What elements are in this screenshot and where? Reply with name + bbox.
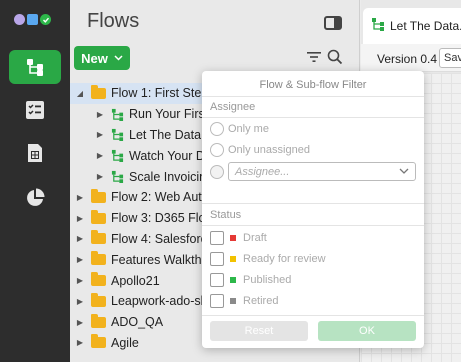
tree-item-label: Watch Your D [129,148,205,163]
folder-icon [91,84,106,99]
assignee-radio[interactable] [210,165,224,179]
caret-right-icon[interactable]: ▶ [75,193,85,202]
chevron-down-icon [399,168,409,174]
flow-icon [111,128,124,142]
caret-right-icon[interactable]: ▶ [75,276,85,285]
filter-popup: Flow & Sub-flow Filter Assignee Only me … [202,71,424,348]
folder-icon [91,251,106,266]
folder-icon [91,292,106,307]
tree-item-label: Flow 1: First Steps [111,86,215,101]
caret-right-icon[interactable]: ▶ [75,338,85,347]
nav-flows-button[interactable] [9,50,61,84]
status-color-swatch [230,277,236,283]
caret-right-icon[interactable]: ▶ [75,297,85,306]
search-icon[interactable] [327,49,343,65]
flows-icon [27,59,43,76]
version-label: Version 0.4 [377,52,438,66]
nav-table-button[interactable] [9,136,61,170]
tree-item-label: Flow 2: Web Auto [111,190,209,205]
nav-reports-button[interactable] [9,181,61,215]
status-checkbox[interactable] [210,273,224,287]
logo-icon [14,14,51,25]
divider [202,203,424,204]
caret-right-icon[interactable]: ▶ [95,130,105,139]
editor-tab-title: Let The Data... [390,19,461,33]
nav-tasks-button[interactable] [9,93,61,127]
only-me-label: Only me [228,123,269,135]
assignee-heading: Assignee [210,101,256,113]
divider [202,96,424,97]
tree-item-label: Flow 4: Salesforc [111,231,207,246]
caret-right-icon[interactable]: ▶ [95,172,105,181]
ok-button[interactable]: OK [318,321,416,341]
panel-toggle-icon[interactable] [324,16,342,30]
folder-icon [91,188,106,203]
tree-item-label: Flow 3: D365 Flow [111,211,215,226]
table-icon [28,144,42,162]
folder-icon [91,272,106,287]
caret-right-icon[interactable]: ▶ [75,234,85,243]
folder-icon [91,230,106,245]
status-checkbox[interactable] [210,252,224,266]
caret-right-icon[interactable]: ▶ [75,214,85,223]
tree-item-label: Run Your First [129,107,209,122]
assignee-placeholder: Assignee... [235,166,290,178]
save-button[interactable]: Save [439,48,461,68]
filter-icon[interactable] [307,51,321,63]
flow-icon [111,170,124,184]
nav-rail [0,0,70,362]
page-title: Flows [87,10,140,32]
status-color-swatch [230,235,236,241]
tree-item-label: Apollo21 [111,273,160,288]
folder-icon [91,313,106,328]
tree-item-label: ADO_QA [111,315,164,330]
status-color-swatch [230,256,236,262]
divider [202,315,424,316]
new-button-label: New [81,50,108,66]
only-me-radio[interactable] [210,122,224,136]
only-unassigned-radio[interactable] [210,143,224,157]
only-unassigned-label: Only unassigned [228,144,310,156]
divider [202,117,424,118]
filter-title: Flow & Sub-flow Filter [259,79,367,91]
caret-right-icon[interactable]: ▶ [95,151,105,160]
status-label: Retired [243,295,279,307]
tree-item-label: Agile [111,335,139,350]
status-color-swatch [230,298,236,304]
new-button[interactable]: New [74,46,130,70]
status-label: Ready for review [243,253,326,265]
divider [202,225,424,226]
assignee-select[interactable]: Assignee... [228,162,416,181]
tasks-icon [26,101,44,119]
reset-button[interactable]: Reset [210,321,308,341]
caret-right-icon[interactable]: ▶ [95,110,105,119]
status-label: Published [243,274,292,286]
pie-chart-icon [27,188,45,206]
caret-down-icon[interactable]: ◢ [75,89,85,98]
folder-icon [91,334,106,349]
flow-icon [372,18,384,31]
chevron-down-icon [114,55,123,61]
caret-right-icon[interactable]: ▶ [75,255,85,264]
status-label: Draft [243,232,267,244]
flow-icon [111,108,124,121]
tree-item-label: Leapwork-ado-sb [111,294,208,309]
tree-item-label: Scale Invoicin [129,169,207,184]
flow-icon [111,149,124,163]
tree-item-label: Features Walkthro [111,252,213,267]
status-checkbox[interactable] [210,231,224,245]
folder-icon [91,209,106,224]
status-heading: Status [210,209,242,221]
caret-right-icon[interactable]: ▶ [75,318,85,327]
tree-item-label: Let The Data [129,127,202,142]
status-checkbox[interactable] [210,294,224,308]
